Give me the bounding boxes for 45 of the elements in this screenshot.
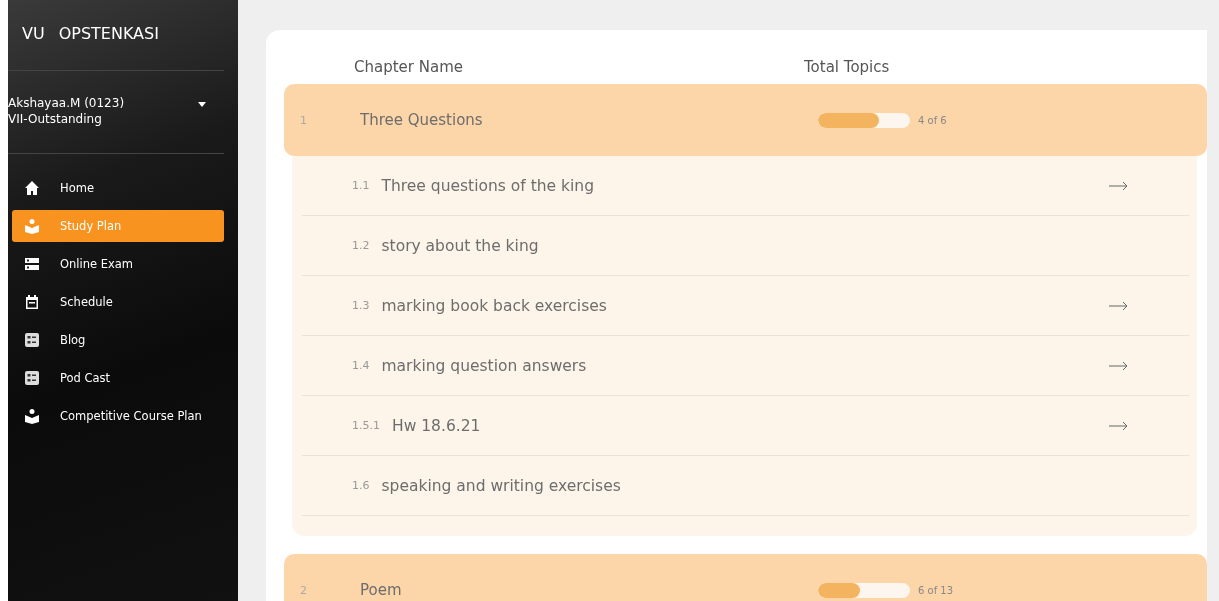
arrow-right-icon[interactable] xyxy=(1109,180,1129,191)
topic-number: 1.5.1 xyxy=(352,419,380,432)
arrow-right-icon[interactable] xyxy=(1109,360,1129,371)
topic-number: 1.1 xyxy=(352,179,370,192)
column-header: Chapter Name xyxy=(354,58,464,76)
arrow-right-icon[interactable] xyxy=(1109,420,1129,431)
progress-text: 4 of 6 xyxy=(918,114,947,126)
topic-number: 1.3 xyxy=(352,299,370,312)
chapter-row[interactable]: 1 Three Questions 4 of 6 xyxy=(284,84,1207,156)
topic-name: speaking and writing exercises xyxy=(381,476,622,495)
topic-number: 1.2 xyxy=(352,239,370,252)
server-icon xyxy=(24,256,40,272)
topic-name: marking question answers xyxy=(381,356,588,375)
topic-name: marking book back exercises xyxy=(381,296,608,315)
caret-icon[interactable] xyxy=(198,102,206,107)
chapter-row[interactable]: 2 Poem 6 of 13 xyxy=(284,554,1207,601)
sidebar-item[interactable]: Pod Cast xyxy=(12,362,224,394)
user-name: Akshayaa.M (0123) xyxy=(8,95,125,111)
topic-number: 1.4 xyxy=(352,359,370,372)
sidebar-item[interactable]: Online Exam xyxy=(12,248,224,280)
reader-icon xyxy=(24,408,40,424)
sidebar-item[interactable]: Blog xyxy=(12,324,224,356)
topic-number: 1.6 xyxy=(352,479,370,492)
sidebar-item[interactable]: Home xyxy=(12,172,224,204)
sidebar-item[interactable]: Competitive Course Plan xyxy=(12,400,224,432)
brand-short: VU xyxy=(22,24,45,45)
chapter-number: 1 xyxy=(300,113,308,127)
sidebar-item[interactable]: Schedule xyxy=(12,286,224,318)
chapter-name: Poem xyxy=(360,581,403,599)
calendar-icon xyxy=(24,294,40,310)
chapter-number: 2 xyxy=(300,583,308,597)
reader-icon xyxy=(24,218,40,234)
list-icon xyxy=(24,332,40,348)
topic-name: Three questions of the king xyxy=(381,176,595,195)
topic-name: Hw 18.6.21 xyxy=(392,416,482,435)
chapter-name: Three Questions xyxy=(360,111,484,129)
user-panel[interactable]: Akshayaa.M (0123) VII-Outstanding xyxy=(8,71,224,154)
home-icon xyxy=(24,180,40,196)
list-icon xyxy=(24,370,40,386)
user-class: VII-Outstanding xyxy=(8,111,103,127)
arrow-right-icon[interactable] xyxy=(1109,300,1129,311)
topic-name: story about the king xyxy=(381,236,540,255)
brand-name: OPSTENKASI xyxy=(58,24,159,45)
progress-text: 6 of 13 xyxy=(918,584,954,596)
column-header: Total Topics xyxy=(804,58,891,76)
